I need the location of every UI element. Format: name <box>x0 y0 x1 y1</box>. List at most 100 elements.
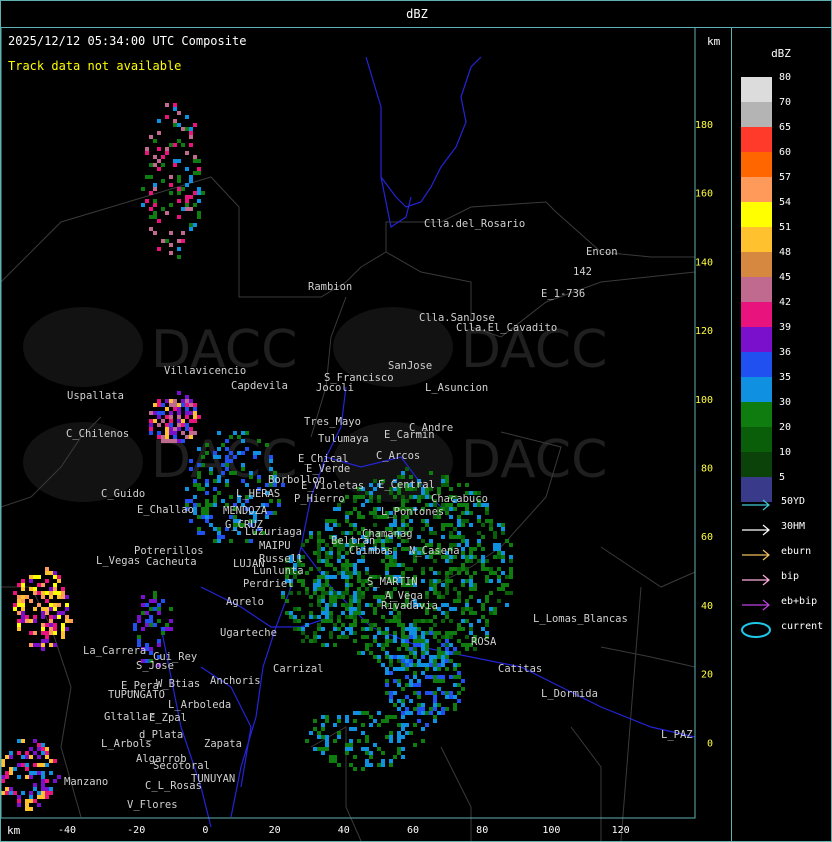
echo-pixel <box>377 627 381 631</box>
place-label: Uspallata <box>67 390 124 402</box>
echo-pixel <box>489 519 493 523</box>
echo-pixel <box>413 635 417 639</box>
echo-pixel <box>133 627 137 631</box>
echo-pixel <box>385 651 389 655</box>
echo-pixel <box>489 611 493 615</box>
echo-pixel <box>345 563 349 567</box>
echo-pixel <box>185 403 189 407</box>
echo-pixel <box>217 531 221 535</box>
echo-pixel <box>325 559 329 563</box>
echo-pixel <box>465 571 469 575</box>
echo-pixel <box>313 631 317 635</box>
echo-pixel <box>497 575 501 579</box>
color-swatch <box>741 102 772 127</box>
echo-pixel <box>25 615 29 619</box>
echo-pixel <box>185 207 189 211</box>
echo-pixel <box>177 239 181 243</box>
echo-pixel <box>313 591 317 595</box>
place-label: E_1-736 <box>541 288 585 300</box>
echo-pixel <box>353 615 357 619</box>
echo-pixel <box>285 611 289 615</box>
echo-pixel <box>357 611 361 615</box>
echo-pixel <box>165 415 169 419</box>
echo-pixel <box>197 487 201 491</box>
echo-pixel <box>329 527 333 531</box>
echo-pixel <box>41 771 45 775</box>
echo-pixel <box>285 599 289 603</box>
echo-pixel <box>185 399 189 403</box>
echo-pixel <box>317 575 321 579</box>
echo-pixel <box>341 595 345 599</box>
echo-pixel <box>177 199 181 203</box>
echo-pixel <box>397 647 401 651</box>
echo-pixel <box>345 615 349 619</box>
echo-pixel <box>389 759 393 763</box>
echo-pixel <box>181 439 185 443</box>
echo-pixel <box>169 175 173 179</box>
echo-pixel <box>49 595 53 599</box>
echo-pixel <box>317 587 321 591</box>
echo-pixel <box>349 575 353 579</box>
echo-pixel <box>205 443 209 447</box>
echo-pixel <box>485 595 489 599</box>
echo-pixel <box>449 487 453 491</box>
echo-pixel <box>145 175 149 179</box>
echo-pixel <box>413 691 417 695</box>
y-tick-label: 160 <box>695 189 713 200</box>
echo-pixel <box>165 435 169 439</box>
place-label: Gltallar <box>104 711 155 723</box>
track-legend-label: bip <box>781 571 800 582</box>
echo-pixel <box>221 471 225 475</box>
echo-pixel <box>237 435 241 439</box>
arrow-icon <box>742 574 770 586</box>
echo-pixel <box>393 551 397 555</box>
echo-pixel <box>413 643 417 647</box>
place-label: Manzano <box>64 776 108 788</box>
echo-pixel <box>377 595 381 599</box>
echo-pixel <box>445 655 449 659</box>
echo-pixel <box>153 203 157 207</box>
echo-pixel <box>313 615 317 619</box>
echo-pixel <box>461 551 465 555</box>
echo-pixel <box>449 643 453 647</box>
echo-pixel <box>45 763 49 767</box>
echo-pixel <box>425 631 429 635</box>
echo-pixel <box>41 591 45 595</box>
echo-pixel <box>189 499 193 503</box>
echo-pixel <box>345 603 349 607</box>
echo-pixel <box>209 515 213 519</box>
echo-pixel <box>161 239 165 243</box>
echo-pixel <box>177 419 181 423</box>
echo-pixel <box>269 467 273 471</box>
echo-pixel <box>157 247 161 251</box>
echo-pixel <box>253 451 257 455</box>
y-tick-label: 0 <box>707 738 713 749</box>
echo-pixel <box>197 447 201 451</box>
echo-pixel <box>437 651 441 655</box>
echo-pixel <box>29 747 33 751</box>
echo-pixel <box>165 423 169 427</box>
echo-pixel <box>65 615 69 619</box>
echo-pixel <box>21 583 25 587</box>
echo-pixel <box>157 643 161 647</box>
echo-pixel <box>321 751 325 755</box>
radar-map[interactable]: DACC DACC DACC DACC Clla.del_Rosario Enc… <box>0 27 732 842</box>
y-tick-label: 20 <box>701 670 713 681</box>
echo-pixel <box>325 543 329 547</box>
echo-pixel <box>325 611 329 615</box>
echo-pixel <box>165 439 169 443</box>
echo-pixel <box>381 647 385 651</box>
echo-pixel <box>45 795 49 799</box>
echo-pixel <box>329 635 333 639</box>
echo-pixel <box>149 227 153 231</box>
echo-pixel <box>441 523 445 527</box>
echo-pixel <box>221 535 225 539</box>
echo-pixel <box>341 611 345 615</box>
echo-pixel <box>165 627 169 631</box>
echo-pixel <box>321 727 325 731</box>
echo-pixel <box>337 619 341 623</box>
echo-pixel <box>345 583 349 587</box>
echo-pixel <box>245 431 249 435</box>
echo-pixel <box>421 671 425 675</box>
echo-pixel <box>153 419 157 423</box>
